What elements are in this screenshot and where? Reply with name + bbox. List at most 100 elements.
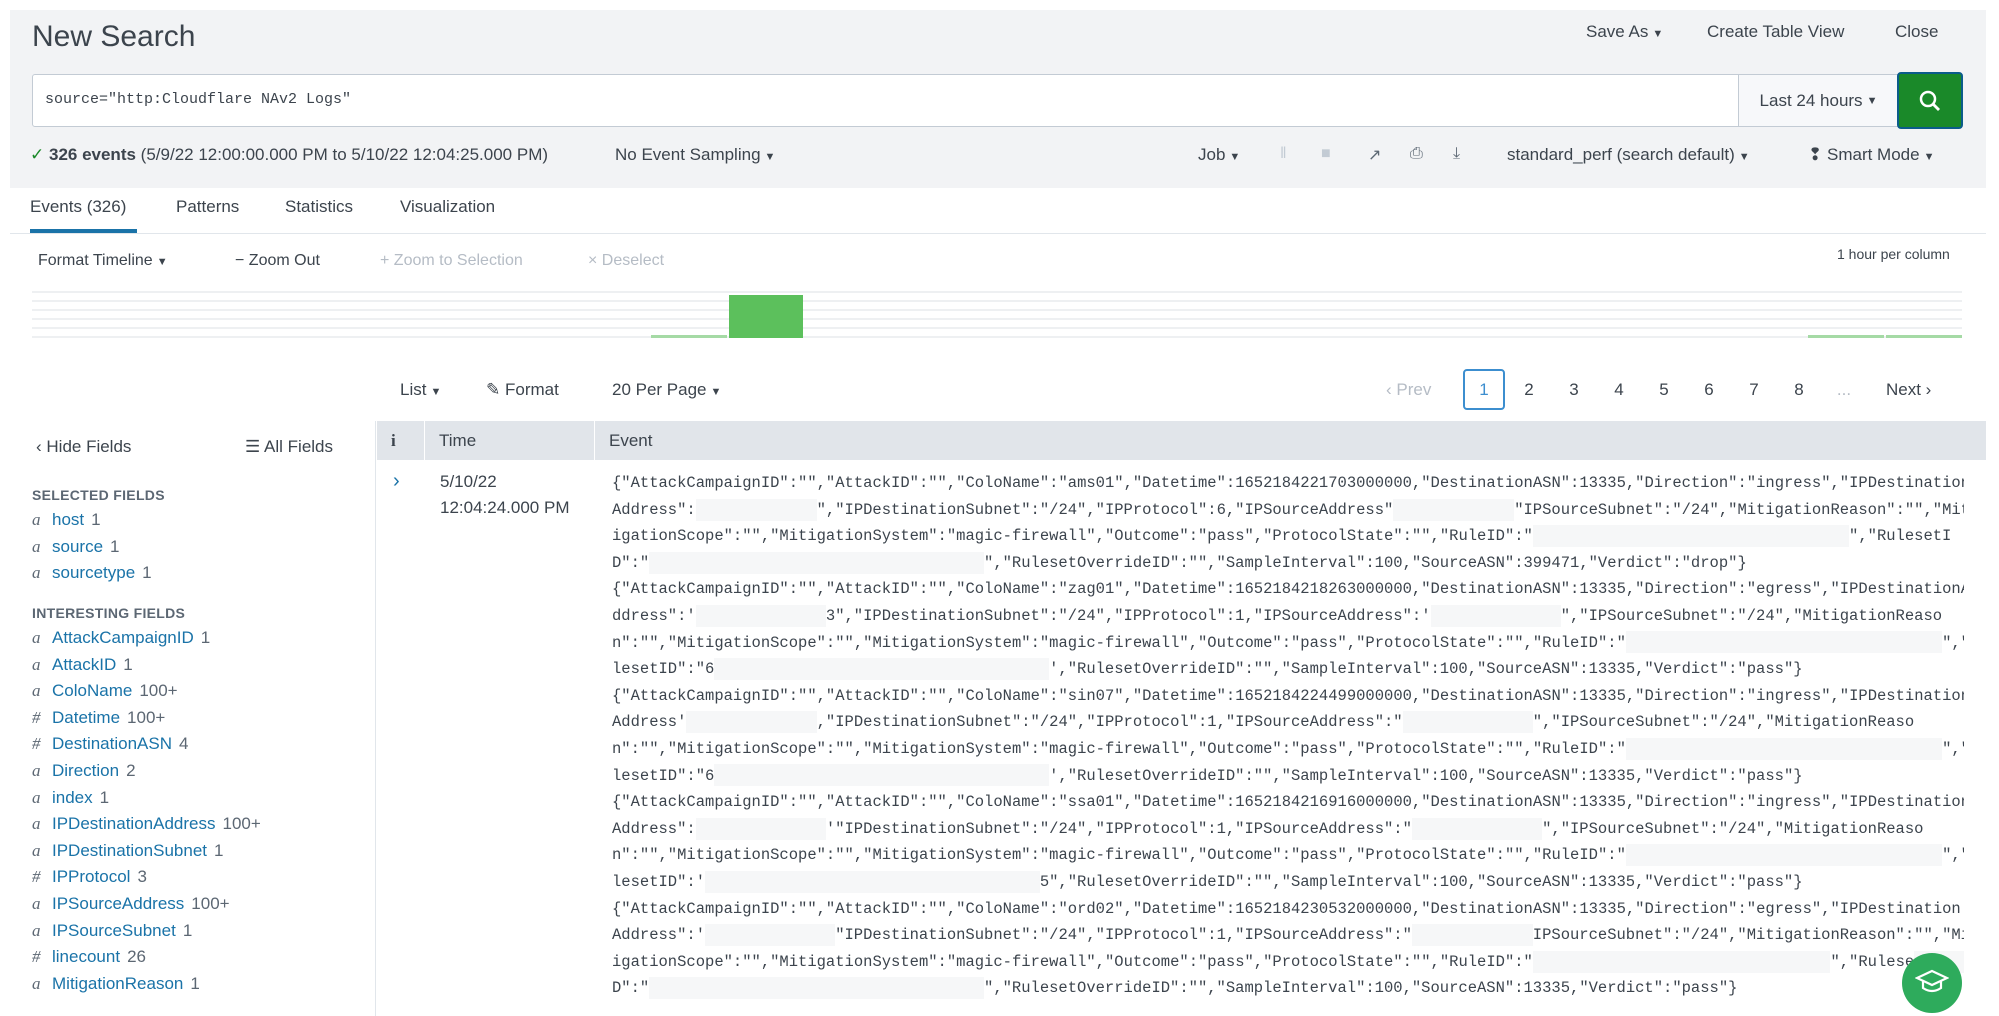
- field-item[interactable]: # linecount 26: [32, 947, 146, 967]
- events-table-header: i Time Event: [377, 421, 1986, 460]
- format-timeline-menu[interactable]: Format Timeline ▼: [38, 252, 168, 270]
- event-time: 12:04:24.000 PM: [440, 498, 570, 517]
- search-button[interactable]: [1897, 72, 1963, 129]
- zoom-to-selection-button[interactable]: + Zoom to Selection: [380, 252, 523, 270]
- field-count: 2: [126, 761, 136, 780]
- search-input[interactable]: source="http:Cloudflare NAv2 Logs" Last …: [32, 74, 1898, 127]
- field-item[interactable]: a MitigationReason 1: [32, 974, 200, 994]
- print-icon[interactable]: ⎙: [1410, 145, 1423, 163]
- field-name[interactable]: ColoName: [52, 681, 132, 700]
- timeline-bar[interactable]: [729, 295, 803, 338]
- field-item[interactable]: # Datetime 100+: [32, 708, 165, 728]
- event-text: ","Rulese: [1830, 952, 1915, 971]
- search-icon: [1919, 90, 1940, 111]
- tab-visualization[interactable]: Visualization: [400, 197, 495, 217]
- field-item[interactable]: # DestinationASN 4: [32, 734, 188, 754]
- field-item[interactable]: a IPSourceAddress 100+: [32, 894, 230, 914]
- all-fields-button[interactable]: ☰ All Fields: [245, 437, 333, 457]
- stop-icon[interactable]: ■: [1321, 145, 1331, 163]
- field-count: 1: [200, 628, 211, 647]
- list-view-menu[interactable]: List ▼: [400, 380, 441, 400]
- event-line: igationScope":"","MitigationSystem":"mag…: [612, 523, 1964, 550]
- field-item[interactable]: a source 1: [32, 537, 120, 557]
- expand-event-chevron-icon[interactable]: ›: [393, 470, 400, 493]
- field-name[interactable]: IPDestinationSubnet: [52, 841, 207, 860]
- event-text: '"IPDestinationSubnet":"/24","IPProtocol…: [825, 819, 1412, 838]
- page-8-button[interactable]: 8: [1779, 380, 1819, 400]
- event-text: n":"","MitigationScope":"","MitigationSy…: [612, 739, 1626, 758]
- tab-statistics[interactable]: Statistics: [285, 197, 353, 217]
- field-item[interactable]: a IPDestinationSubnet 1: [32, 841, 223, 861]
- time-column-header[interactable]: Time: [425, 421, 595, 460]
- field-name[interactable]: Datetime: [52, 708, 120, 727]
- save-as-menu[interactable]: Save As ▼: [1586, 22, 1663, 42]
- smart-mode-menu[interactable]: ❢ Smart Mode ▼: [1808, 145, 1934, 165]
- next-page-button[interactable]: Next ›: [1886, 380, 1931, 400]
- field-count: 100+: [127, 707, 166, 727]
- create-table-view-button[interactable]: Create Table View: [1707, 22, 1844, 42]
- field-name[interactable]: AttackCampaignID: [52, 628, 194, 647]
- per-page-menu[interactable]: 20 Per Page ▼: [612, 380, 721, 400]
- field-name[interactable]: IPSourceSubnet: [52, 921, 176, 940]
- field-item[interactable]: a AttackID 1: [32, 655, 133, 675]
- field-name[interactable]: source: [52, 537, 103, 556]
- field-name[interactable]: Direction: [52, 761, 119, 780]
- field-type-icon: a: [32, 787, 41, 807]
- field-item[interactable]: a sourcetype 1: [32, 563, 152, 583]
- page-5-button[interactable]: 5: [1644, 380, 1684, 400]
- field-item[interactable]: a index 1: [32, 788, 109, 808]
- field-item[interactable]: a IPSourceSubnet 1: [32, 921, 192, 941]
- timeline-bar[interactable]: [651, 335, 727, 338]
- page-2-button[interactable]: 2: [1509, 380, 1549, 400]
- field-name[interactable]: sourcetype: [52, 563, 135, 582]
- field-item[interactable]: a host 1: [32, 510, 101, 530]
- field-type-icon: a: [32, 894, 41, 913]
- job-menu[interactable]: Job ▼: [1198, 145, 1240, 165]
- field-name[interactable]: IPSourceAddress: [52, 894, 184, 913]
- field-item[interactable]: a AttackCampaignID 1: [32, 628, 210, 648]
- field-name[interactable]: host: [52, 510, 84, 529]
- field-item[interactable]: # IPProtocol 3: [32, 867, 147, 887]
- field-name[interactable]: MitigationReason: [52, 974, 183, 993]
- field-item[interactable]: a ColoName 100+: [32, 681, 178, 701]
- field-name[interactable]: linecount: [52, 947, 120, 966]
- field-type-icon: #: [32, 734, 41, 754]
- zoom-out-button[interactable]: − Zoom Out: [235, 252, 320, 270]
- timeline-bar[interactable]: [1886, 335, 1962, 338]
- search-query[interactable]: source="http:Cloudflare NAv2 Logs": [45, 91, 351, 108]
- pause-icon[interactable]: ‖: [1280, 145, 1287, 163]
- close-button[interactable]: Close: [1895, 22, 1938, 42]
- field-name[interactable]: index: [52, 788, 93, 807]
- page-1-button[interactable]: 1: [1463, 369, 1505, 410]
- help-button[interactable]: [1902, 953, 1962, 1013]
- page-3-button[interactable]: 3: [1554, 380, 1594, 400]
- page-7-button[interactable]: 7: [1734, 380, 1774, 400]
- event-line: {"AttackCampaignID":"","AttackID":"","Co…: [612, 789, 1964, 816]
- tab-patterns[interactable]: Patterns: [176, 197, 239, 217]
- share-icon[interactable]: ↗: [1368, 145, 1381, 165]
- list-icon: ☰: [245, 437, 261, 456]
- field-name[interactable]: DestinationASN: [52, 734, 172, 753]
- event-text: lesetID":"6: [612, 660, 715, 679]
- event-sampling-menu[interactable]: No Event Sampling ▼: [615, 145, 775, 165]
- field-name[interactable]: AttackID: [52, 655, 116, 674]
- prev-page-button[interactable]: ‹ Prev: [1386, 380, 1431, 400]
- search-mode-perf-menu[interactable]: standard_perf (search default) ▼: [1507, 145, 1750, 165]
- page-6-button[interactable]: 6: [1689, 380, 1729, 400]
- field-item[interactable]: a IPDestinationAddress 100+: [32, 814, 261, 834]
- format-button[interactable]: ✎ Format: [486, 380, 559, 400]
- redacted-value: [705, 924, 836, 946]
- hide-fields-button[interactable]: ‹ Hide Fields: [36, 437, 131, 457]
- timeline-gridline: [32, 291, 1962, 293]
- field-name[interactable]: IPDestinationAddress: [52, 814, 215, 833]
- timeline-bar[interactable]: [1808, 335, 1884, 338]
- field-type-icon: a: [32, 681, 41, 701]
- field-name[interactable]: IPProtocol: [52, 867, 130, 886]
- deselect-button[interactable]: × Deselect: [588, 252, 664, 270]
- time-range-picker[interactable]: Last 24 hours ▼: [1738, 75, 1898, 126]
- field-item[interactable]: a Direction 2: [32, 761, 136, 781]
- tab-events[interactable]: Events (326): [30, 197, 126, 217]
- export-icon[interactable]: ⤓: [1453, 145, 1460, 163]
- page-4-button[interactable]: 4: [1599, 380, 1639, 400]
- event-line: lesetID":"6 ',"RulesetOverrideID":"","Sam…: [612, 763, 1964, 790]
